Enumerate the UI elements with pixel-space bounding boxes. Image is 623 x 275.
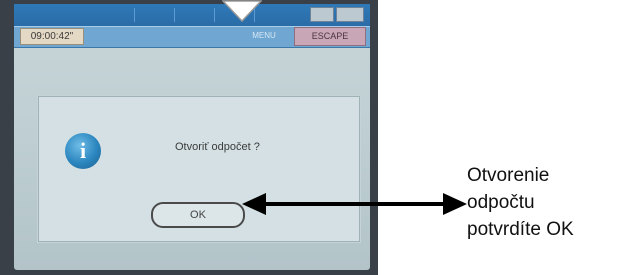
escape-button[interactable]: ESCAPE — [294, 27, 366, 46]
top-bar-divider — [214, 8, 215, 22]
ok-button[interactable]: OK — [151, 202, 245, 228]
status-chip — [336, 7, 364, 22]
pointer-triangle-icon — [222, 0, 262, 22]
terminal-screen: 09:00:42" MENU ESCAPE i Otvoriť odpočet … — [14, 4, 370, 270]
dialog-question: Otvoriť odpočet ? — [175, 141, 260, 153]
screen-photo: 09:00:42" MENU ESCAPE i Otvoriť odpočet … — [0, 0, 378, 275]
menu-button[interactable]: MENU — [240, 28, 288, 43]
clock-display: 09:00:42" — [20, 28, 84, 45]
caption-line: Otvorenie — [467, 165, 550, 186]
annotation-caption: Otvorenie odpočtu potvrdíte OK — [467, 162, 574, 243]
info-icon: i — [65, 133, 101, 169]
annotation-arrow-icon — [242, 193, 467, 215]
top-bar-divider — [134, 8, 135, 22]
status-chip — [310, 7, 334, 22]
top-bar-divider — [174, 8, 175, 22]
caption-line: potvrdíte OK — [467, 219, 574, 240]
top-bar — [14, 4, 370, 26]
caption-line: odpočtu — [467, 192, 535, 213]
